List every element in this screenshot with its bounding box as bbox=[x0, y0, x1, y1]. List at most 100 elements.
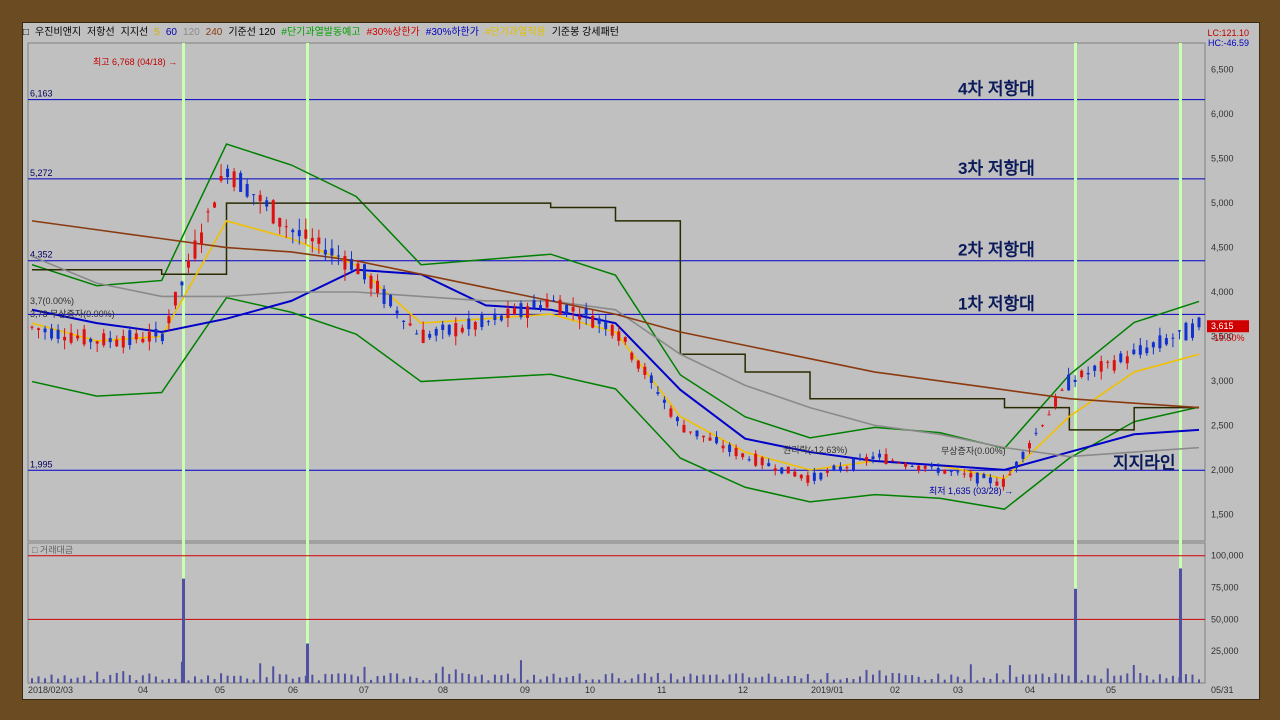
candle-body bbox=[1014, 461, 1018, 469]
x-tick-label: 12 bbox=[738, 685, 748, 695]
candle-body bbox=[878, 453, 882, 458]
candle-body bbox=[962, 473, 966, 475]
candle-body bbox=[1177, 330, 1181, 332]
resistance-annotation: 1차 저항대 bbox=[958, 293, 1035, 313]
volume-bar bbox=[676, 679, 679, 683]
candle-body bbox=[780, 467, 784, 474]
candle-body bbox=[434, 328, 438, 336]
highlight-vline bbox=[1074, 43, 1077, 683]
volume-bar bbox=[604, 674, 607, 683]
volume-bar bbox=[506, 673, 509, 683]
candle-body bbox=[675, 417, 679, 422]
candle-body bbox=[512, 307, 516, 315]
candle-body bbox=[1184, 322, 1188, 341]
volume-bar bbox=[982, 677, 985, 683]
candle-body bbox=[669, 408, 673, 417]
volume-bar bbox=[246, 678, 249, 683]
volume-bar bbox=[278, 674, 281, 683]
candle-body bbox=[760, 457, 764, 466]
candle-body bbox=[1034, 432, 1038, 434]
volume-bar bbox=[1165, 678, 1168, 683]
volume-bar bbox=[911, 675, 914, 683]
candle-body bbox=[1008, 474, 1012, 476]
volume-bar bbox=[519, 660, 522, 683]
volume-bar bbox=[533, 674, 536, 683]
volume-bar bbox=[76, 677, 79, 683]
volume-bar bbox=[963, 679, 966, 683]
volume-bar bbox=[200, 679, 203, 683]
y-tick-label: 3,000 bbox=[1211, 376, 1234, 386]
candle-body bbox=[1125, 356, 1129, 364]
volume-bar bbox=[239, 675, 242, 683]
volume-bar bbox=[1119, 675, 1122, 683]
volume-tick-label: 100,000 bbox=[1211, 551, 1244, 561]
volume-bar bbox=[1041, 673, 1044, 683]
volume-bar bbox=[291, 678, 294, 683]
volume-bar bbox=[800, 678, 803, 683]
candle-body bbox=[571, 307, 575, 312]
volume-bar bbox=[663, 680, 666, 683]
candle-body bbox=[147, 331, 151, 342]
volume-bar bbox=[806, 674, 809, 683]
y-tick-label: 5,500 bbox=[1211, 154, 1234, 164]
volume-bar bbox=[1080, 680, 1083, 683]
y-tick-label: 2,500 bbox=[1211, 420, 1234, 430]
volume-bar bbox=[474, 676, 477, 683]
x-tick-label: 05/31 bbox=[1211, 685, 1234, 695]
candle-body bbox=[173, 291, 177, 306]
volume-panel bbox=[27, 542, 1206, 684]
candle-body bbox=[845, 467, 849, 469]
candle-body bbox=[1164, 338, 1168, 345]
candle-body bbox=[858, 457, 862, 460]
candle-body bbox=[773, 468, 777, 471]
candle-body bbox=[969, 473, 973, 478]
volume-bar bbox=[539, 679, 542, 683]
x-tick-label: 06 bbox=[288, 685, 298, 695]
volume-bar bbox=[226, 675, 229, 683]
candle-body bbox=[317, 237, 321, 244]
candle-body bbox=[865, 456, 869, 462]
volume-bar bbox=[167, 678, 170, 683]
volume-bar bbox=[213, 679, 216, 683]
volume-bar bbox=[735, 673, 738, 683]
candle-body bbox=[982, 474, 986, 479]
volume-bar bbox=[1061, 674, 1064, 683]
volume-bar bbox=[1021, 674, 1024, 683]
candle-body bbox=[128, 330, 132, 346]
volume-bar bbox=[1126, 673, 1129, 683]
y-tick-label: 2,000 bbox=[1211, 465, 1234, 475]
candle-body bbox=[591, 315, 595, 328]
candle-body bbox=[297, 230, 301, 237]
candle-body bbox=[649, 375, 653, 383]
volume-bar bbox=[174, 678, 177, 683]
volume-bar bbox=[761, 676, 764, 683]
x-tick-label: 10 bbox=[585, 685, 595, 695]
volume-bar bbox=[1184, 674, 1187, 683]
candle-body bbox=[825, 471, 829, 473]
volume-bar bbox=[343, 673, 346, 683]
candle-body bbox=[76, 335, 80, 339]
volume-bar bbox=[617, 678, 620, 683]
volume-bar bbox=[624, 680, 627, 683]
candle-body bbox=[1054, 396, 1058, 407]
candle-body bbox=[102, 333, 106, 346]
volume-bar bbox=[819, 679, 822, 683]
candle-body bbox=[473, 322, 477, 330]
volume-bar bbox=[943, 679, 946, 683]
candle-body bbox=[382, 288, 386, 304]
volume-bar bbox=[448, 674, 451, 683]
candle-body bbox=[408, 323, 412, 326]
volume-bar bbox=[930, 679, 933, 683]
volume-bar bbox=[702, 674, 705, 683]
volume-bar bbox=[193, 676, 196, 683]
candle-body bbox=[56, 329, 60, 339]
candle-body bbox=[336, 255, 340, 257]
volume-bar bbox=[207, 675, 210, 683]
candle-body bbox=[1073, 379, 1077, 383]
candle-body bbox=[428, 333, 432, 338]
candle-body bbox=[943, 469, 947, 474]
stock-chart[interactable]: 6,5006,0005,5005,0004,5004,0003,5003,000… bbox=[23, 23, 1259, 699]
candle-body bbox=[186, 260, 190, 268]
left-event-label: 3,78 무상증자(0.00%) bbox=[30, 309, 115, 319]
volume-bar bbox=[1113, 675, 1116, 683]
